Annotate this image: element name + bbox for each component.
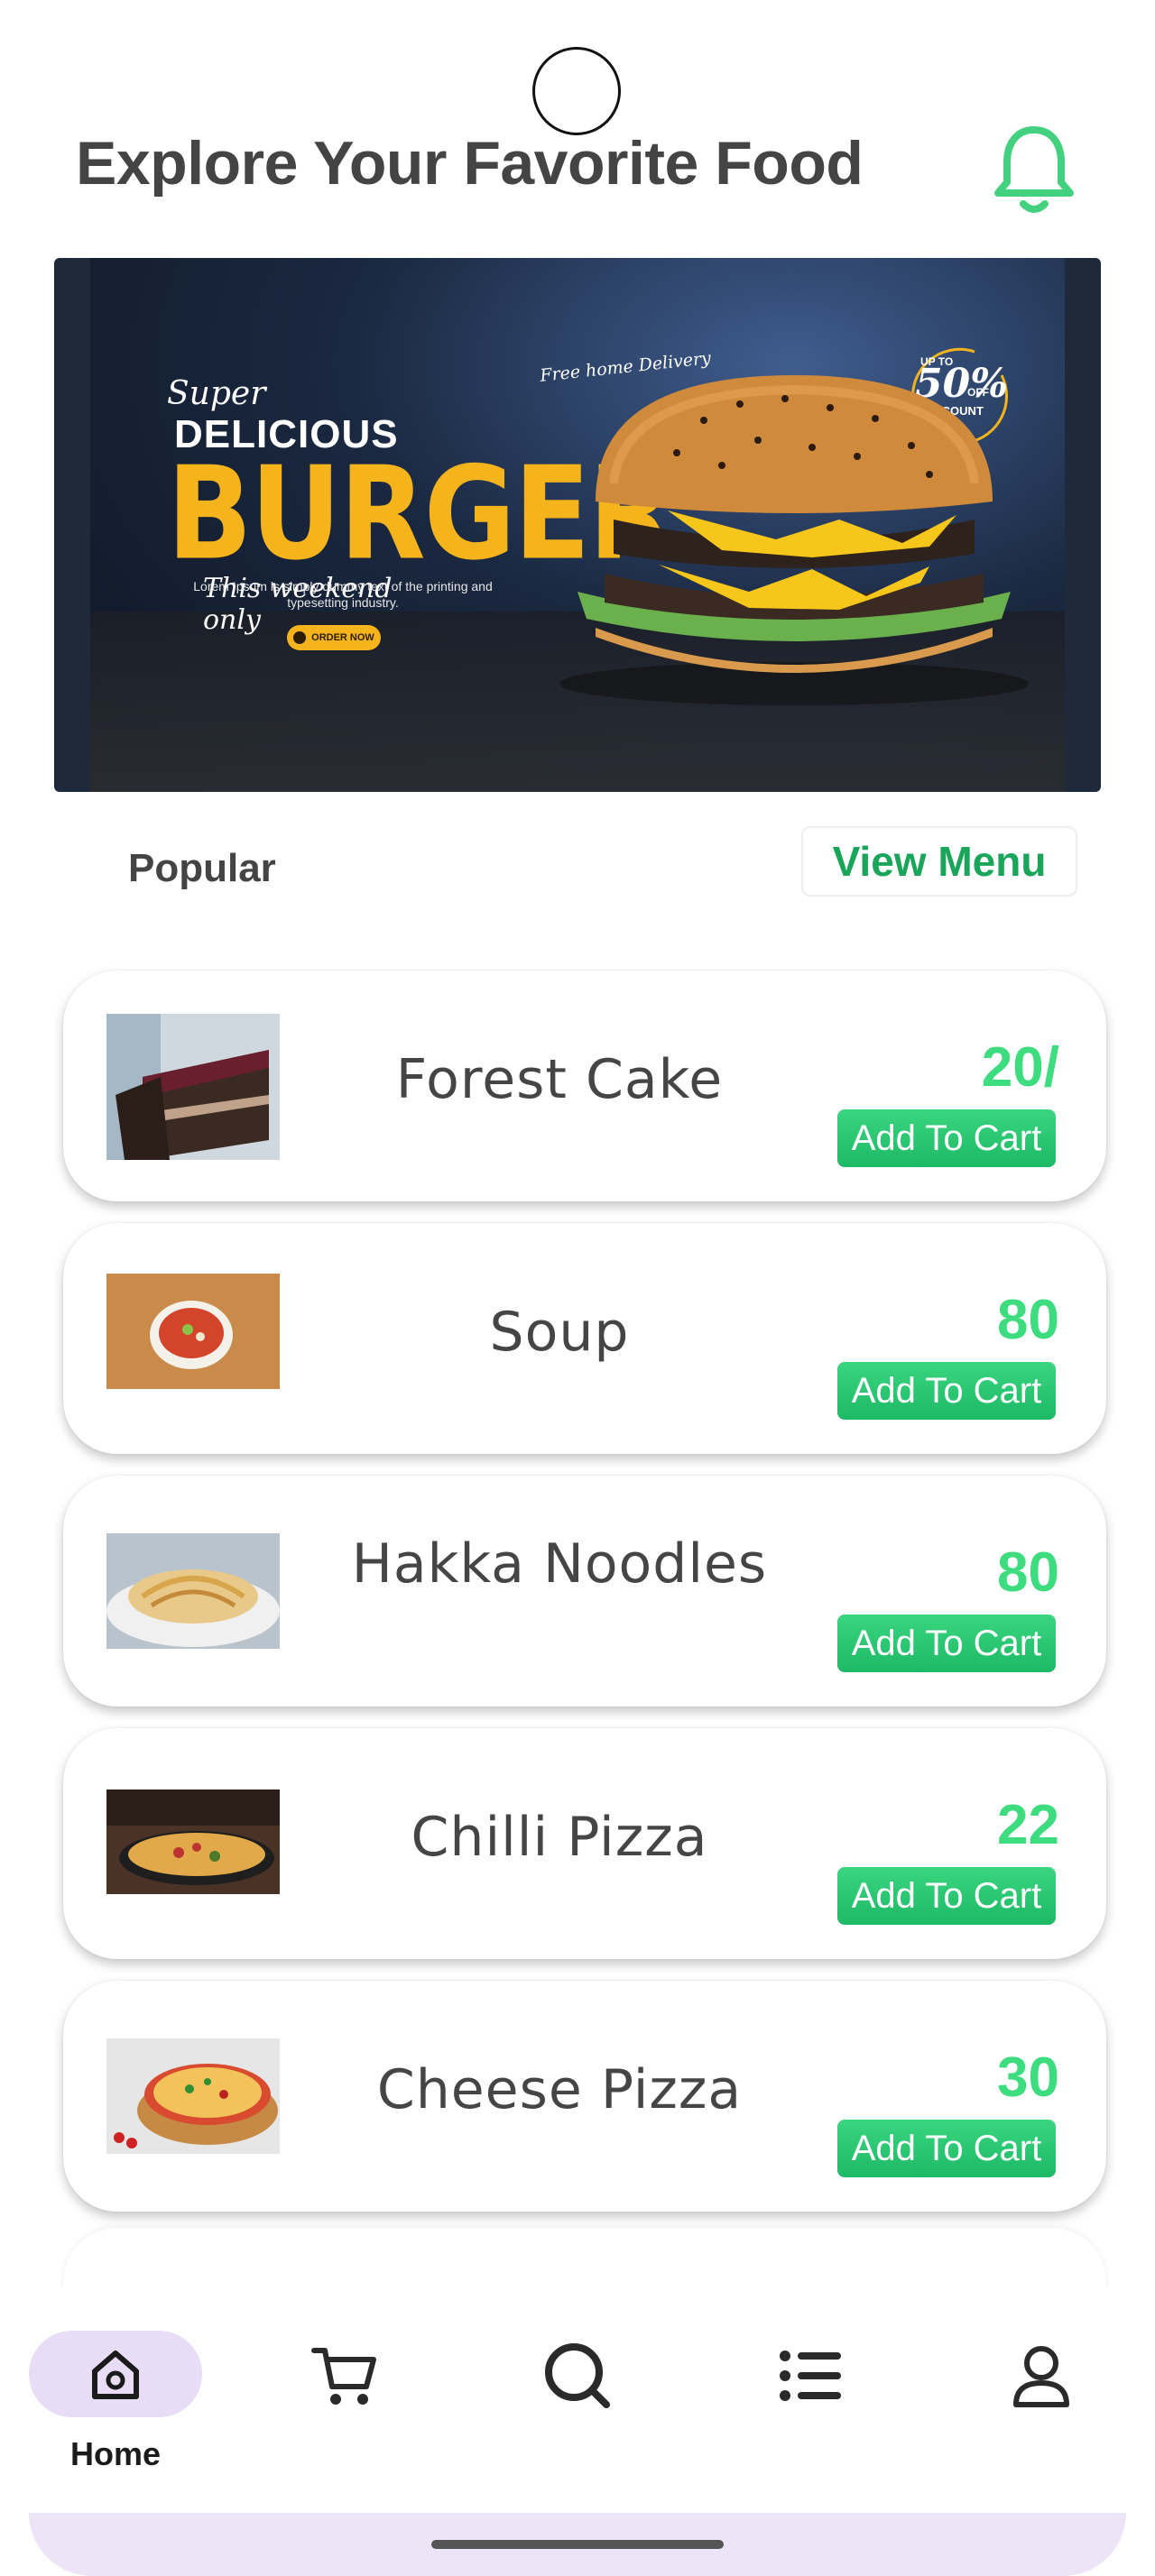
food-price: 80 xyxy=(997,1289,1059,1351)
food-card-chilli-pizza[interactable]: Chilli Pizza 22 Add To Cart xyxy=(63,1728,1106,1959)
cart-icon xyxy=(311,2348,376,2405)
nav-home-label: Home xyxy=(69,2435,162,2472)
food-price: 30 xyxy=(997,2047,1059,2109)
food-name: Hakka Noodles xyxy=(351,1532,768,1596)
food-card-cheese-pizza[interactable]: Cheese Pizza 30 Add To Cart xyxy=(63,1981,1106,2212)
food-card-soup[interactable]: Soup 80 Add To Cart xyxy=(63,1223,1106,1454)
view-menu-button[interactable]: View Menu xyxy=(801,826,1077,897)
home-icon xyxy=(92,2351,139,2399)
nav-home[interactable] xyxy=(29,2331,202,2417)
food-image-forest-cake xyxy=(106,1014,280,1160)
add-to-cart-button[interactable]: Add To Cart xyxy=(837,1867,1056,1925)
search-icon xyxy=(545,2343,610,2408)
add-to-cart-button[interactable]: Add To Cart xyxy=(837,1109,1056,1167)
food-image-cheese-pizza xyxy=(106,2038,280,2154)
popular-heading: Popular xyxy=(128,846,276,890)
food-image-chilli-pizza xyxy=(106,1789,280,1894)
food-image-soup xyxy=(106,1274,280,1389)
nav-search[interactable] xyxy=(496,2331,659,2421)
header: Explore Your Favorite Food xyxy=(76,119,1079,213)
add-to-cart-button[interactable]: Add To Cart xyxy=(837,1362,1056,1420)
food-name: Forest Cake xyxy=(395,1048,724,1111)
order-now-button[interactable]: ORDER NOW xyxy=(287,625,381,650)
bell-icon[interactable] xyxy=(989,119,1079,218)
nav-cart[interactable] xyxy=(263,2331,426,2421)
list-icon xyxy=(780,2351,841,2401)
food-price: 22 xyxy=(997,1794,1059,1856)
burger-image xyxy=(559,375,1029,705)
add-to-cart-button[interactable]: Add To Cart xyxy=(837,1615,1056,1672)
bottom-navigation: Home xyxy=(0,2287,1155,2513)
food-name: Soup xyxy=(489,1301,630,1364)
page-title: Explore Your Favorite Food xyxy=(76,129,864,198)
promo-burger: BURGER xyxy=(167,439,675,590)
food-card-forest-cake[interactable]: Forest Cake 20/ Add To Cart xyxy=(63,971,1106,1201)
home-indicator[interactable] xyxy=(431,2540,724,2549)
food-image-hakka-noodles xyxy=(106,1533,280,1649)
promo-super: Super xyxy=(167,375,266,412)
promo-banner[interactable]: Super DELICIOUS BURGER This weekend only… xyxy=(54,258,1101,792)
food-name: Cheese Pizza xyxy=(376,2058,743,2121)
order-now-label: ORDER NOW xyxy=(311,632,374,643)
profile-icon xyxy=(1013,2346,1069,2407)
food-name: Chilli Pizza xyxy=(411,1806,708,1869)
play-icon xyxy=(293,631,307,644)
add-to-cart-button[interactable]: Add To Cart xyxy=(837,2120,1056,2177)
app-screen: Explore Your Favorite Food Super DELICIO… xyxy=(0,0,1155,2576)
food-price: 20/ xyxy=(981,1036,1059,1099)
food-price: 80 xyxy=(997,1541,1059,1604)
nav-profile[interactable] xyxy=(960,2331,1123,2421)
food-card-hakka-noodles[interactable]: Hakka Noodles 80 Add To Cart xyxy=(63,1476,1106,1707)
promo-description: Lorem Ipsum is simply dummy text of the … xyxy=(193,579,493,610)
nav-list[interactable] xyxy=(729,2331,892,2421)
